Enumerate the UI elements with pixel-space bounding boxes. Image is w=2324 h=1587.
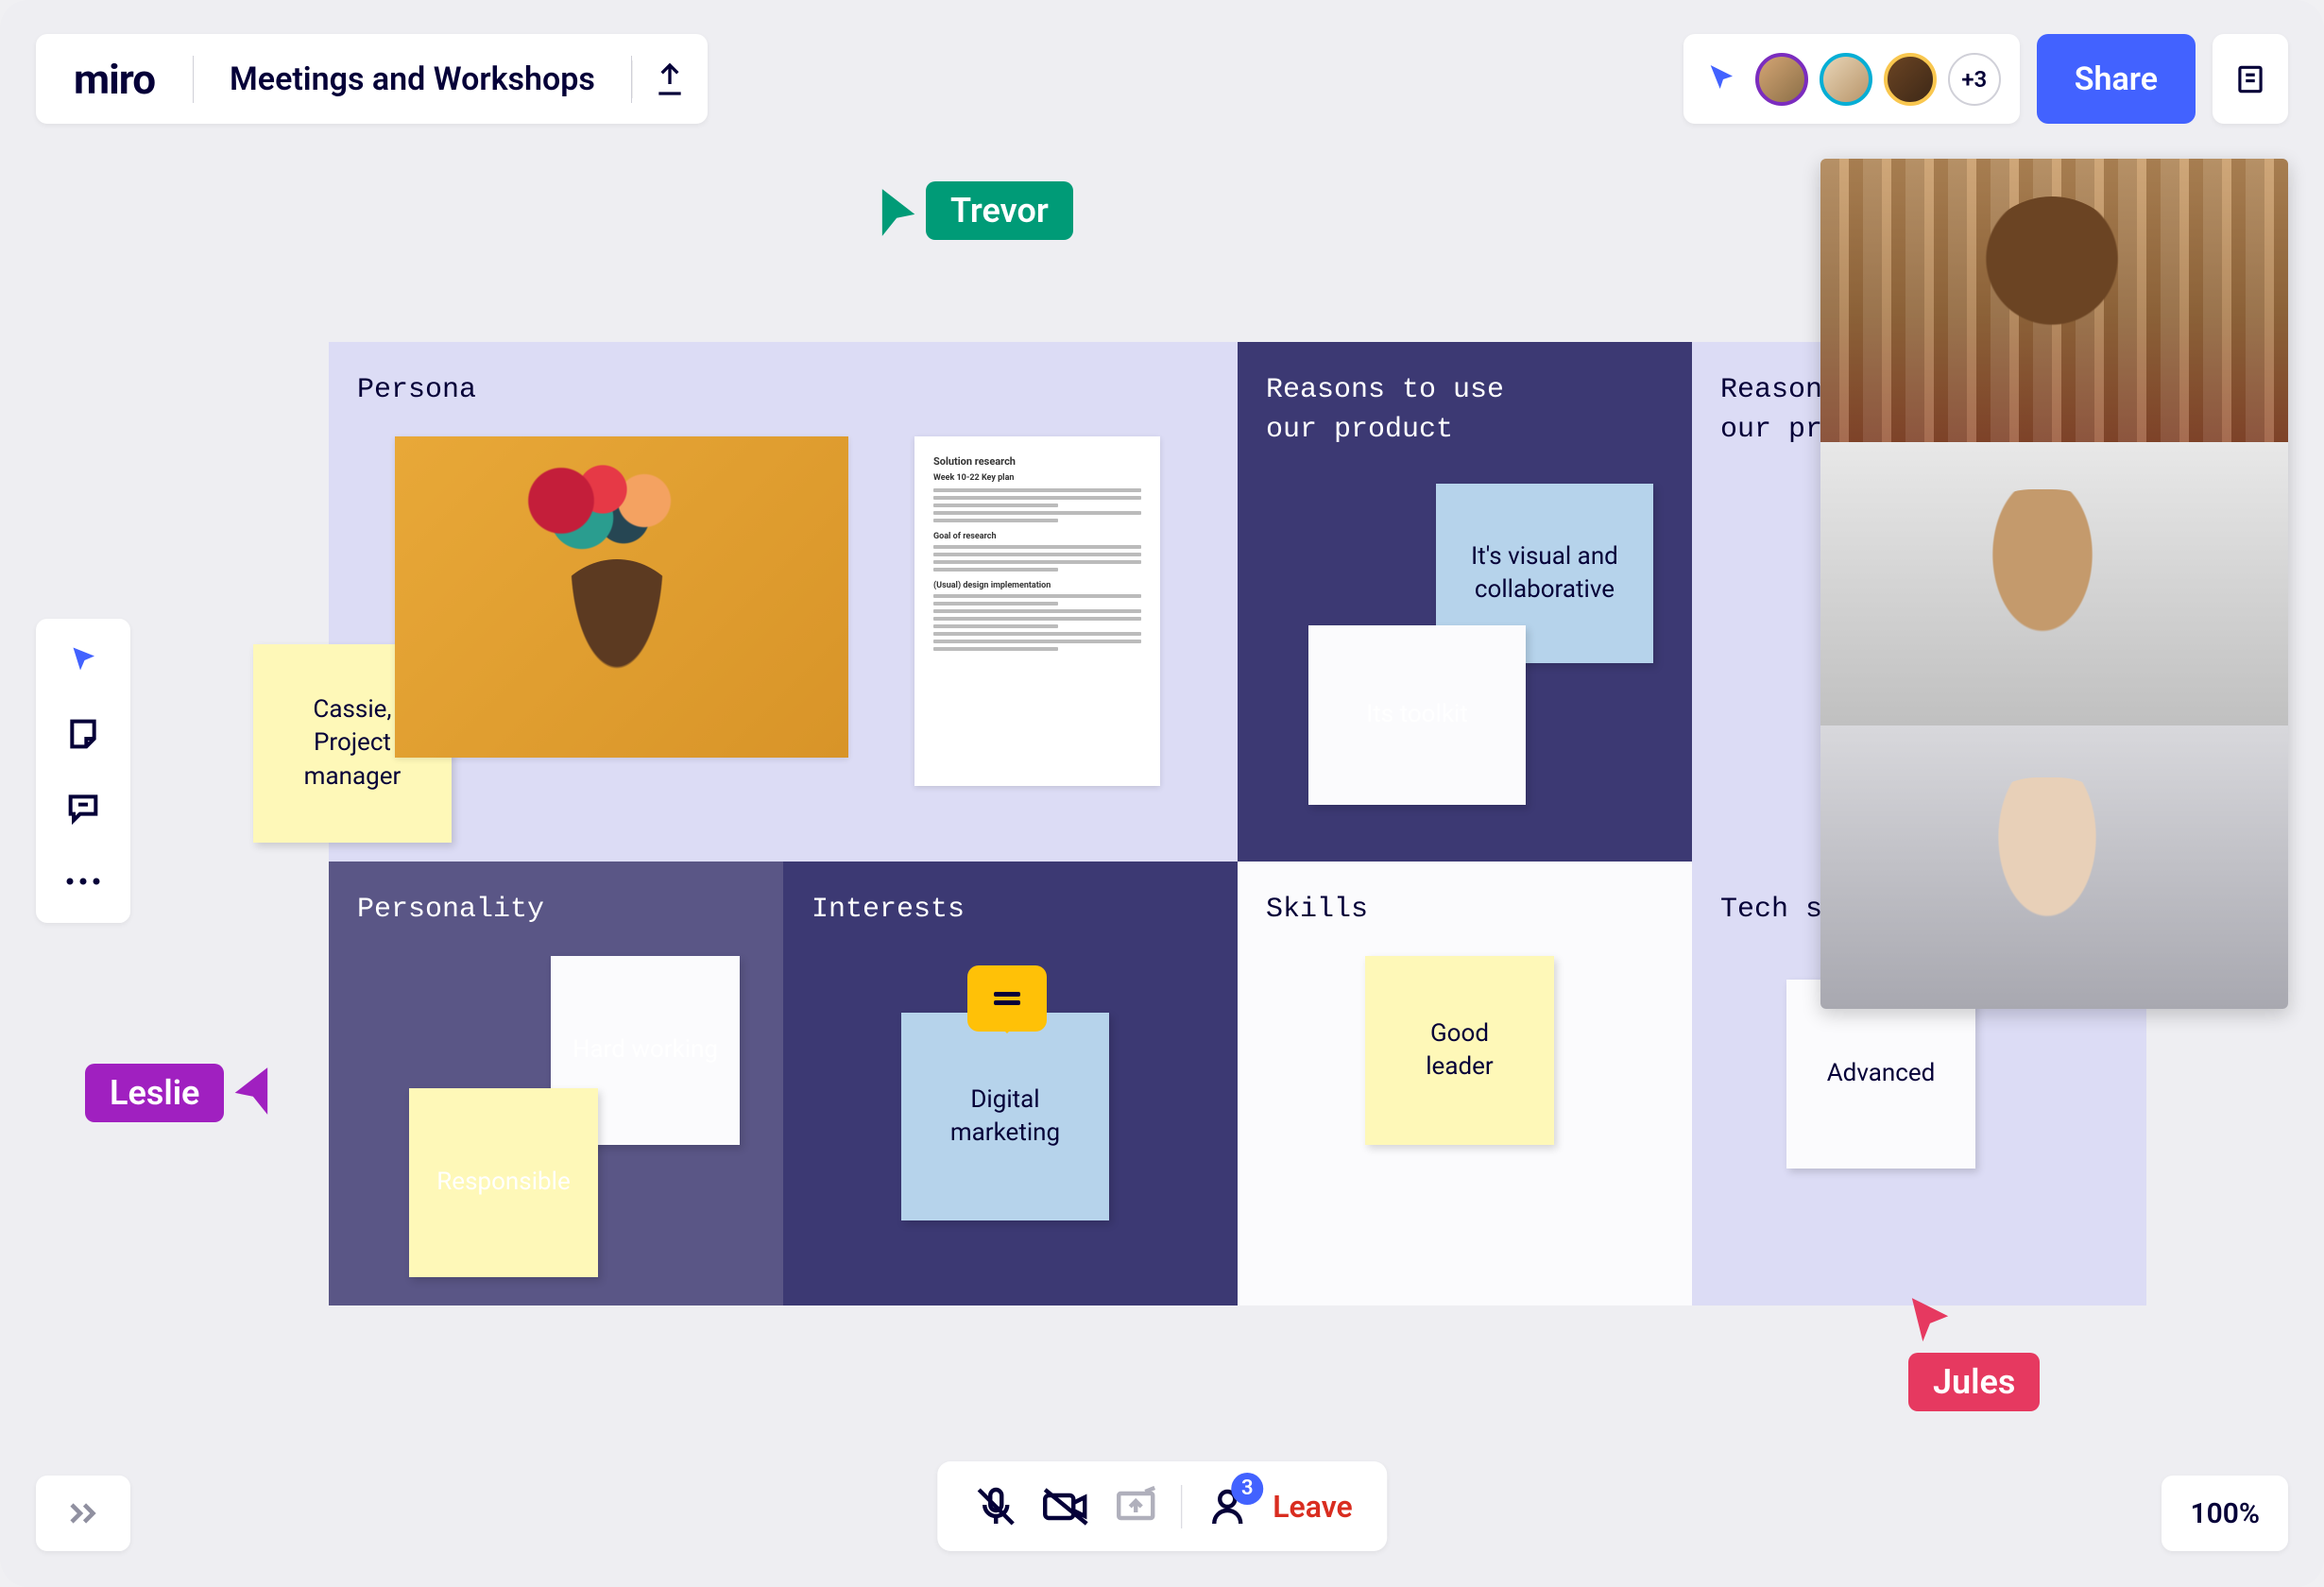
mic-off-icon bbox=[973, 1484, 1018, 1529]
cursor-name-tag: Leslie bbox=[85, 1064, 224, 1122]
sticky-note[interactable]: Good leader bbox=[1365, 956, 1554, 1145]
cursor-name-tag: Jules bbox=[1908, 1353, 2040, 1411]
document-icon bbox=[2232, 61, 2268, 97]
cursor-following-icon[interactable] bbox=[1702, 59, 1744, 100]
persona-document[interactable]: Solution research Week 10-22 Key plan Go… bbox=[914, 436, 1160, 786]
call-controls: 3 Leave bbox=[937, 1461, 1387, 1551]
board-title[interactable]: Meetings and Workshops bbox=[194, 60, 631, 98]
topbar: miro Meetings and Workshops bbox=[36, 34, 708, 124]
leave-call-button[interactable]: Leave bbox=[1273, 1489, 1353, 1525]
top-right-controls: +3 Share bbox=[1683, 34, 2288, 124]
video-participant[interactable] bbox=[1820, 442, 2288, 725]
share-button[interactable]: Share bbox=[2037, 34, 2196, 124]
app-logo[interactable]: miro bbox=[36, 55, 193, 104]
avatar[interactable] bbox=[1884, 53, 1937, 106]
upload-icon bbox=[651, 60, 689, 98]
divider bbox=[1181, 1485, 1182, 1528]
details-button[interactable] bbox=[2213, 34, 2288, 124]
video-participant[interactable] bbox=[1820, 159, 2288, 442]
expand-panel-button[interactable] bbox=[36, 1476, 130, 1551]
camera-off-icon bbox=[1041, 1486, 1090, 1527]
participants-count-badge: 3 bbox=[1231, 1473, 1263, 1505]
remote-cursor-leslie: Leslie bbox=[85, 1064, 271, 1122]
cell-personality[interactable]: Personality Hard working Responsible bbox=[329, 862, 783, 1305]
more-icon bbox=[64, 876, 102, 887]
avatar[interactable] bbox=[1820, 53, 1872, 106]
select-tool[interactable] bbox=[60, 638, 106, 683]
collaborators-box: +3 bbox=[1683, 34, 2020, 124]
remote-cursor-trevor: Trevor bbox=[879, 181, 1073, 240]
video-call-panel[interactable] bbox=[1820, 159, 2288, 1009]
screen-share-icon bbox=[1113, 1486, 1158, 1527]
mic-toggle[interactable] bbox=[971, 1482, 1020, 1531]
remote-cursor-jules: Jules bbox=[1908, 1294, 2040, 1411]
sticky-note[interactable]: Responsible bbox=[409, 1088, 598, 1277]
screen-share-toggle[interactable] bbox=[1111, 1482, 1160, 1531]
comment-thread[interactable] bbox=[967, 965, 1047, 1032]
cursor-icon bbox=[66, 643, 100, 677]
doc-heading: Solution research bbox=[933, 455, 1141, 468]
cursor-name-tag: Trevor bbox=[926, 181, 1073, 240]
cell-reasons-1[interactable]: Reasons to use our product It's visual a… bbox=[1238, 342, 1692, 862]
cell-title: Interests bbox=[812, 890, 1209, 930]
cell-interests[interactable]: Interests Digital marketing bbox=[783, 862, 1238, 1305]
export-button[interactable] bbox=[632, 60, 708, 98]
avatar[interactable] bbox=[1755, 53, 1808, 106]
cursor-pointer-icon bbox=[1908, 1294, 1952, 1349]
sticky-note-icon bbox=[64, 715, 102, 753]
more-tools[interactable] bbox=[60, 859, 106, 904]
cell-title: Skills bbox=[1266, 890, 1664, 930]
cell-title: Personality bbox=[357, 890, 755, 930]
cell-persona[interactable]: Persona Cassie, Project manager Solution… bbox=[329, 342, 1238, 862]
sticky-note[interactable]: Its toolkit bbox=[1308, 625, 1526, 805]
more-collaborators[interactable]: +3 bbox=[1948, 53, 2001, 106]
sticky-note-tool[interactable] bbox=[60, 711, 106, 757]
comment-icon bbox=[64, 789, 102, 827]
cursor-pointer-icon bbox=[879, 185, 922, 240]
cursor-pointer-icon bbox=[228, 1064, 271, 1118]
chevrons-right-icon bbox=[66, 1500, 100, 1527]
cursor-follow-icon bbox=[1704, 60, 1742, 98]
cell-skills[interactable]: Skills Good leader bbox=[1238, 862, 1692, 1305]
persona-photo[interactable] bbox=[395, 436, 848, 758]
participants-button[interactable]: 3 bbox=[1203, 1482, 1252, 1531]
cell-title: Persona bbox=[357, 370, 1209, 410]
video-participant[interactable] bbox=[1820, 725, 2288, 1009]
comment-lines-icon bbox=[988, 989, 1026, 1008]
comment-tool[interactable] bbox=[60, 785, 106, 830]
cell-title: Reasons to use our product bbox=[1266, 370, 1664, 450]
left-toolbar bbox=[36, 619, 130, 923]
camera-toggle[interactable] bbox=[1041, 1482, 1090, 1531]
board-header: miro Meetings and Workshops bbox=[36, 34, 708, 124]
zoom-level[interactable]: 100% bbox=[2162, 1476, 2288, 1551]
